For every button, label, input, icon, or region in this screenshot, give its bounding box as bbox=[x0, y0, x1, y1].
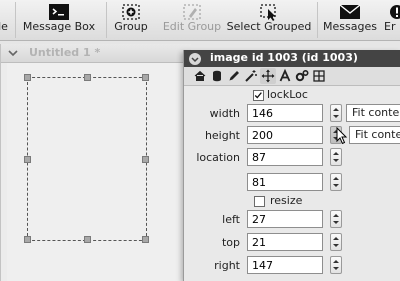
lockloc-label: lockLoc bbox=[267, 88, 308, 101]
move-icon[interactable] bbox=[260, 68, 276, 84]
location-x-field[interactable] bbox=[247, 148, 323, 166]
pencil-icon[interactable] bbox=[226, 68, 242, 84]
mouse-cursor-icon bbox=[336, 127, 348, 145]
stack-title: Untitled 1 * bbox=[29, 46, 101, 59]
stack-titlebar[interactable]: Untitled 1 * bbox=[1, 44, 191, 63]
resize-handle[interactable] bbox=[142, 236, 149, 243]
messages-button[interactable]: Messages bbox=[321, 0, 379, 40]
right-label: right bbox=[214, 259, 240, 272]
width-field[interactable] bbox=[247, 104, 323, 122]
errors-icon bbox=[390, 5, 400, 19]
toolbar-label: Messages bbox=[323, 20, 377, 33]
right-stepper[interactable] bbox=[330, 256, 342, 274]
toolbar-separator bbox=[106, 2, 107, 38]
message-box-icon bbox=[49, 4, 69, 20]
height-field[interactable] bbox=[247, 126, 323, 144]
resize-handle[interactable] bbox=[142, 156, 149, 163]
message-box-button[interactable]: Message Box bbox=[20, 0, 98, 40]
resize-handle[interactable] bbox=[84, 236, 91, 243]
resize-handle[interactable] bbox=[142, 74, 149, 81]
selected-image-object[interactable] bbox=[24, 74, 149, 243]
top-field[interactable] bbox=[247, 233, 323, 251]
left-label: left bbox=[222, 213, 240, 226]
width-label: width bbox=[209, 107, 240, 120]
property-inspector: image id 1003 (id 1003) lockLoc width 14… bbox=[183, 50, 400, 281]
height-fit-content-button[interactable]: Fit content bbox=[349, 126, 400, 144]
resize-handle[interactable] bbox=[24, 156, 31, 163]
chevron-down-icon[interactable] bbox=[188, 52, 202, 66]
location-label: location bbox=[196, 151, 240, 164]
right-field[interactable] bbox=[247, 256, 323, 274]
toolbar-separator bbox=[15, 2, 16, 38]
edit-group-icon bbox=[183, 4, 201, 20]
toolbar-label: Edit Group bbox=[162, 20, 222, 33]
errors-button[interactable]: Er bbox=[384, 0, 400, 40]
resize-handle[interactable] bbox=[24, 236, 31, 243]
left-stepper[interactable] bbox=[330, 210, 342, 228]
resize-handle[interactable] bbox=[24, 74, 31, 81]
text-icon[interactable] bbox=[277, 68, 293, 84]
database-icon[interactable] bbox=[209, 68, 225, 84]
toolbar-label: le bbox=[0, 20, 8, 33]
stack-canvas[interactable] bbox=[7, 63, 185, 281]
messages-icon bbox=[339, 4, 361, 19]
check-icon bbox=[254, 92, 262, 99]
chevron-down-icon[interactable] bbox=[7, 47, 19, 59]
main-toolbar: le Message Box Group Edit Group Select G bbox=[0, 0, 400, 41]
location-x-stepper[interactable] bbox=[330, 148, 342, 166]
inspector-titlebar[interactable]: image id 1003 (id 1003) bbox=[184, 50, 400, 68]
toolbar-separator bbox=[317, 2, 318, 38]
inspector-title: image id 1003 (id 1003) bbox=[210, 51, 358, 64]
gears-icon[interactable] bbox=[294, 68, 310, 84]
home-icon[interactable] bbox=[192, 68, 208, 84]
toolbar-label: Select Grouped bbox=[226, 20, 312, 33]
select-grouped-button[interactable]: Select Grouped bbox=[226, 0, 312, 40]
stack-window: Untitled 1 * bbox=[0, 44, 191, 281]
toolbar-item-partial[interactable]: le bbox=[0, 0, 12, 40]
resize-checkbox[interactable] bbox=[254, 196, 265, 207]
group-button[interactable]: Group bbox=[110, 0, 152, 40]
location-y-field[interactable] bbox=[247, 173, 323, 191]
top-label: top bbox=[221, 236, 240, 249]
grid-icon[interactable] bbox=[311, 68, 327, 84]
toolbar-label: Group bbox=[114, 20, 148, 33]
resize-handle[interactable] bbox=[84, 74, 91, 81]
height-label: height bbox=[204, 129, 240, 142]
group-icon bbox=[122, 4, 140, 20]
resize-label: resize bbox=[270, 194, 303, 207]
select-grouped-icon bbox=[260, 4, 276, 21]
location-y-stepper[interactable] bbox=[330, 173, 342, 191]
inspector-tab-bar bbox=[184, 67, 400, 86]
top-stepper[interactable] bbox=[330, 233, 342, 251]
width-stepper[interactable] bbox=[330, 104, 342, 122]
wand-icon[interactable] bbox=[243, 68, 259, 84]
edit-group-button[interactable]: Edit Group bbox=[160, 0, 224, 40]
left-field[interactable] bbox=[247, 210, 323, 228]
toolbar-label: Message Box bbox=[22, 20, 96, 33]
toolbar-label: Er bbox=[384, 20, 396, 33]
lockloc-checkbox[interactable] bbox=[253, 90, 264, 101]
width-fit-content-button[interactable]: Fit content bbox=[346, 104, 400, 122]
